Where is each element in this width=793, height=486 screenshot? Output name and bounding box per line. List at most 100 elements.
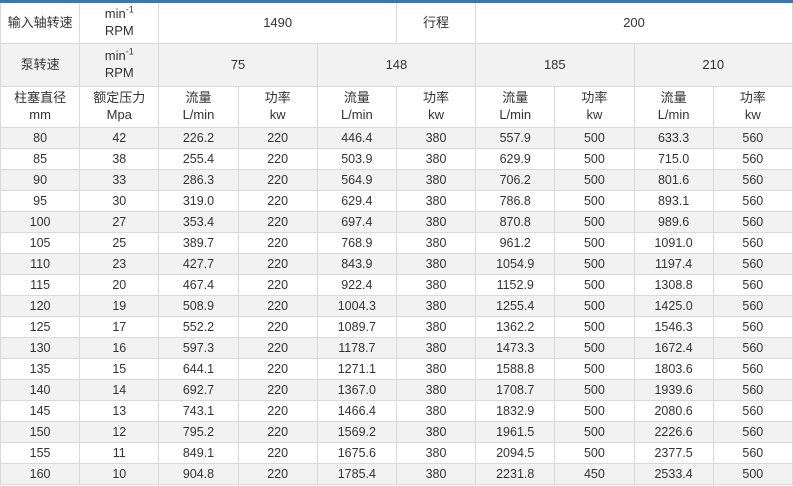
cell-flow_Lmin_at_75rpm: 255.4 bbox=[159, 149, 238, 170]
table-row: 9530319.0220629.4380786.8500893.1560 bbox=[1, 191, 793, 212]
cell-power_kw_at_185rpm: 500 bbox=[555, 422, 634, 443]
col-header-power-1: 功率 kw bbox=[238, 87, 317, 128]
cell-power_kw_at_210rpm: 560 bbox=[713, 212, 792, 233]
power-label: 功率 bbox=[555, 90, 633, 107]
table-row: 14513743.12201466.43801832.95002080.6560 bbox=[1, 401, 793, 422]
cell-flow_Lmin_at_210rpm: 989.6 bbox=[634, 212, 713, 233]
cell-flow_Lmin_at_148rpm: 768.9 bbox=[317, 233, 396, 254]
cell-power_kw_at_75rpm: 220 bbox=[238, 212, 317, 233]
cell-power_kw_at_210rpm: 560 bbox=[713, 422, 792, 443]
cell-power_kw_at_75rpm: 220 bbox=[238, 422, 317, 443]
cell-flow_Lmin_at_185rpm: 1832.9 bbox=[476, 401, 555, 422]
cell-power_kw_at_148rpm: 380 bbox=[396, 464, 475, 485]
input-shaft-speed-value: 1490 bbox=[159, 2, 397, 44]
input-shaft-speed-unit: min-1 RPM bbox=[80, 2, 159, 44]
cell-power_kw_at_210rpm: 560 bbox=[713, 359, 792, 380]
cell-plunger_diameter_mm: 120 bbox=[1, 296, 80, 317]
cell-rated_pressure_Mpa: 12 bbox=[80, 422, 159, 443]
pump-speed-value-185: 185 bbox=[476, 44, 634, 87]
cell-power_kw_at_148rpm: 380 bbox=[396, 254, 475, 275]
cell-power_kw_at_148rpm: 380 bbox=[396, 233, 475, 254]
cell-power_kw_at_185rpm: 500 bbox=[555, 401, 634, 422]
cell-flow_Lmin_at_185rpm: 557.9 bbox=[476, 128, 555, 149]
cell-flow_Lmin_at_210rpm: 633.3 bbox=[634, 128, 713, 149]
cell-flow_Lmin_at_185rpm: 1362.2 bbox=[476, 317, 555, 338]
cell-power_kw_at_210rpm: 560 bbox=[713, 254, 792, 275]
cell-power_kw_at_210rpm: 560 bbox=[713, 149, 792, 170]
cell-power_kw_at_75rpm: 220 bbox=[238, 275, 317, 296]
cell-flow_Lmin_at_75rpm: 552.2 bbox=[159, 317, 238, 338]
cell-flow_Lmin_at_210rpm: 1546.3 bbox=[634, 317, 713, 338]
header-row-input-shaft-speed: 输入轴转速 min-1 RPM 1490 行程 200 bbox=[1, 2, 793, 44]
cell-power_kw_at_75rpm: 220 bbox=[238, 401, 317, 422]
cell-power_kw_at_210rpm: 560 bbox=[713, 380, 792, 401]
cell-power_kw_at_75rpm: 220 bbox=[238, 296, 317, 317]
cell-power_kw_at_148rpm: 380 bbox=[396, 149, 475, 170]
cell-flow_Lmin_at_75rpm: 597.3 bbox=[159, 338, 238, 359]
cell-rated_pressure_Mpa: 42 bbox=[80, 128, 159, 149]
power-label: 功率 bbox=[397, 90, 475, 107]
cell-power_kw_at_75rpm: 220 bbox=[238, 443, 317, 464]
pump-speed-unit: min-1 RPM bbox=[80, 44, 159, 87]
cell-power_kw_at_185rpm: 500 bbox=[555, 338, 634, 359]
cell-flow_Lmin_at_75rpm: 849.1 bbox=[159, 443, 238, 464]
cell-power_kw_at_210rpm: 560 bbox=[713, 233, 792, 254]
cell-power_kw_at_75rpm: 220 bbox=[238, 464, 317, 485]
cell-power_kw_at_148rpm: 380 bbox=[396, 296, 475, 317]
cell-power_kw_at_210rpm: 560 bbox=[713, 191, 792, 212]
cell-power_kw_at_185rpm: 500 bbox=[555, 191, 634, 212]
cell-power_kw_at_148rpm: 380 bbox=[396, 338, 475, 359]
cell-flow_Lmin_at_210rpm: 2533.4 bbox=[634, 464, 713, 485]
cell-flow_Lmin_at_75rpm: 644.1 bbox=[159, 359, 238, 380]
table-row: 10525389.7220768.9380961.25001091.0560 bbox=[1, 233, 793, 254]
cell-power_kw_at_75rpm: 220 bbox=[238, 254, 317, 275]
cell-plunger_diameter_mm: 100 bbox=[1, 212, 80, 233]
rated-pressure-unit: Mpa bbox=[80, 107, 158, 124]
stroke-value: 200 bbox=[476, 2, 793, 44]
col-header-plunger-diameter: 柱塞直径 mm bbox=[1, 87, 80, 128]
cell-flow_Lmin_at_148rpm: 843.9 bbox=[317, 254, 396, 275]
cell-power_kw_at_75rpm: 220 bbox=[238, 191, 317, 212]
unit-rpm: RPM bbox=[80, 23, 158, 40]
cell-power_kw_at_75rpm: 220 bbox=[238, 233, 317, 254]
cell-flow_Lmin_at_75rpm: 467.4 bbox=[159, 275, 238, 296]
cell-rated_pressure_Mpa: 30 bbox=[80, 191, 159, 212]
cell-rated_pressure_Mpa: 10 bbox=[80, 464, 159, 485]
cell-flow_Lmin_at_210rpm: 1091.0 bbox=[634, 233, 713, 254]
cell-power_kw_at_148rpm: 380 bbox=[396, 191, 475, 212]
cell-flow_Lmin_at_148rpm: 1367.0 bbox=[317, 380, 396, 401]
cell-plunger_diameter_mm: 145 bbox=[1, 401, 80, 422]
cell-power_kw_at_148rpm: 380 bbox=[396, 317, 475, 338]
cell-power_kw_at_185rpm: 500 bbox=[555, 380, 634, 401]
flow-unit: L/min bbox=[635, 107, 713, 124]
cell-flow_Lmin_at_210rpm: 1425.0 bbox=[634, 296, 713, 317]
cell-plunger_diameter_mm: 105 bbox=[1, 233, 80, 254]
cell-power_kw_at_148rpm: 380 bbox=[396, 401, 475, 422]
cell-flow_Lmin_at_75rpm: 319.0 bbox=[159, 191, 238, 212]
cell-power_kw_at_75rpm: 220 bbox=[238, 128, 317, 149]
plunger-diameter-unit: mm bbox=[1, 107, 79, 124]
cell-rated_pressure_Mpa: 20 bbox=[80, 275, 159, 296]
flow-unit: L/min bbox=[476, 107, 554, 124]
table-row: 8042226.2220446.4380557.9500633.3560 bbox=[1, 128, 793, 149]
table-row: 11023427.7220843.93801054.95001197.4560 bbox=[1, 254, 793, 275]
cell-power_kw_at_210rpm: 500 bbox=[713, 464, 792, 485]
cell-flow_Lmin_at_210rpm: 1803.6 bbox=[634, 359, 713, 380]
cell-plunger_diameter_mm: 115 bbox=[1, 275, 80, 296]
cell-flow_Lmin_at_185rpm: 706.2 bbox=[476, 170, 555, 191]
cell-power_kw_at_185rpm: 500 bbox=[555, 359, 634, 380]
col-header-flow-2: 流量 L/min bbox=[317, 87, 396, 128]
cell-flow_Lmin_at_210rpm: 1197.4 bbox=[634, 254, 713, 275]
flow-label: 流量 bbox=[476, 90, 554, 107]
cell-plunger_diameter_mm: 125 bbox=[1, 317, 80, 338]
cell-power_kw_at_185rpm: 500 bbox=[555, 275, 634, 296]
cell-flow_Lmin_at_148rpm: 1466.4 bbox=[317, 401, 396, 422]
power-unit: kw bbox=[397, 107, 475, 124]
cell-rated_pressure_Mpa: 33 bbox=[80, 170, 159, 191]
pump-speed-value-75: 75 bbox=[159, 44, 317, 87]
cell-power_kw_at_148rpm: 380 bbox=[396, 128, 475, 149]
stroke-label: 行程 bbox=[396, 2, 475, 44]
cell-flow_Lmin_at_185rpm: 629.9 bbox=[476, 149, 555, 170]
header-row-columns: 柱塞直径 mm 额定压力 Mpa 流量 L/min 功率 kw 流量 L/m bbox=[1, 87, 793, 128]
cell-flow_Lmin_at_185rpm: 786.8 bbox=[476, 191, 555, 212]
